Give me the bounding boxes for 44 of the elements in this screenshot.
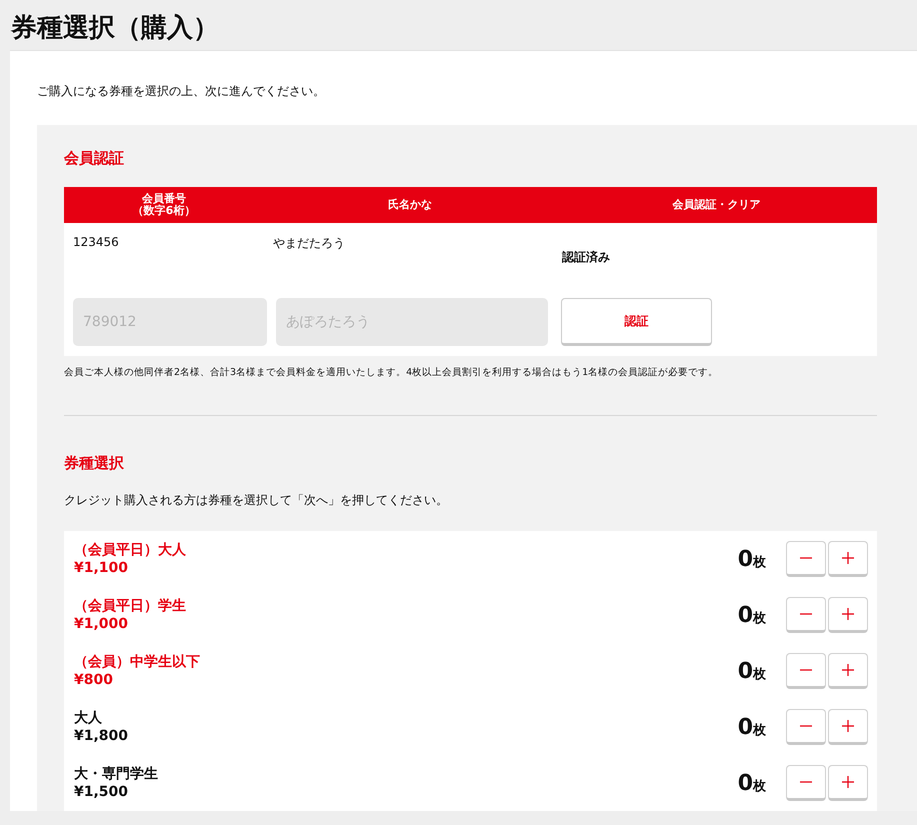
increase-button[interactable] [828,765,868,801]
auth-button[interactable]: 認証 [561,298,712,346]
decrease-button[interactable] [786,709,826,745]
decrease-button[interactable] [786,765,826,801]
increase-button[interactable] [828,709,868,745]
plus-icon [842,720,854,732]
note-text: 会員ご本人様の他同伴者2名様、合計3名様まで会員料金を適用いたします。4枚以上会員割引を利用する場合はもう1名様の会員認証が必要です。 [64,366,877,416]
column-header: （数字6桁） [132,205,196,218]
auth-status: 認証済み [560,249,611,266]
plus-icon [842,664,854,676]
plus-icon [842,608,854,620]
ticket-count: 0枚 [738,714,766,740]
decrease-button[interactable] [786,597,826,633]
increase-button[interactable] [828,597,868,633]
column-header: 氏名かな [387,198,433,212]
column-header: 会員番号 [141,192,187,205]
ticket-price: ¥1,500 [74,783,130,801]
instruction-text: クレジット購入される方は券種を選択して「次へ」を押してください。 [64,492,449,509]
decrease-button[interactable] [786,541,826,577]
ticket-price: ¥800 [74,671,114,689]
section-heading: 券種選択 [64,454,125,473]
ticket-name: （会員平日）大人 [74,541,187,559]
ticket-count: 0枚 [738,602,766,628]
ticket-name: （会員平日）学生 [74,597,187,615]
ticket-name: （会員）中学生以下 [74,653,201,671]
plus-icon [842,776,854,788]
member-name: やまだたろう [272,235,346,252]
ticket-count: 0枚 [738,770,766,796]
plus-icon [842,552,854,564]
intro-text: ご購入になる券種を選択の上、次に進んでください。 [37,83,326,100]
member-number: 123456 [72,234,120,251]
decrease-button[interactable] [786,653,826,689]
ticket-price: ¥1,100 [74,559,130,577]
ticket-count: 0枚 [738,546,766,572]
ticket-count: 0枚 [738,658,766,684]
page-title: 券種選択（購入） [10,12,220,45]
ticket-name: 大・専門学生 [74,765,159,783]
column-header: 会員認証・クリア [672,198,762,212]
ticket-price: ¥1,000 [74,615,130,633]
increase-button[interactable] [828,541,868,577]
ticket-name: 大人 [74,709,103,727]
increase-button[interactable] [828,653,868,689]
ticket-price: ¥1,800 [74,727,130,745]
section-heading: 会員認証 [64,149,125,168]
